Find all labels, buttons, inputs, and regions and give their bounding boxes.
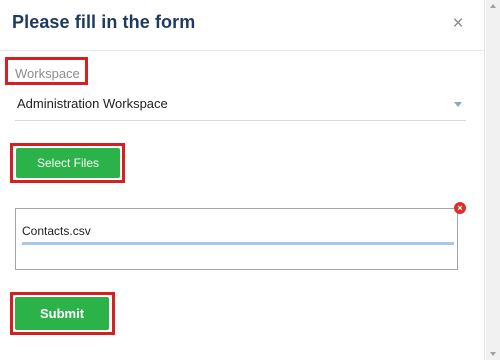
scroll-down-arrow-icon[interactable] [490,352,496,356]
workspace-label: Workspace [15,66,80,81]
upload-progress-bar [22,242,454,245]
chevron-down-icon[interactable] [454,102,462,107]
upload-progress-fill [22,242,454,245]
workspace-selected-value: Administration Workspace [17,96,168,111]
workspace-select[interactable]: Administration Workspace [15,90,466,121]
dialog-header: Please fill in the form × [0,0,484,51]
submit-button[interactable]: Submit [15,297,109,330]
uploaded-file-item: Contacts.csv [15,208,458,270]
scrollbar[interactable] [486,0,500,360]
close-icon[interactable]: × [450,14,466,34]
form-dialog: Please fill in the form × Workspace Admi… [0,0,485,360]
dialog-title: Please fill in the form [12,12,196,32]
select-files-button[interactable]: Select Files [16,148,120,178]
file-name: Contacts.csv [22,224,91,238]
scroll-up-arrow-icon[interactable] [490,4,496,8]
remove-file-icon[interactable]: × [454,202,466,214]
